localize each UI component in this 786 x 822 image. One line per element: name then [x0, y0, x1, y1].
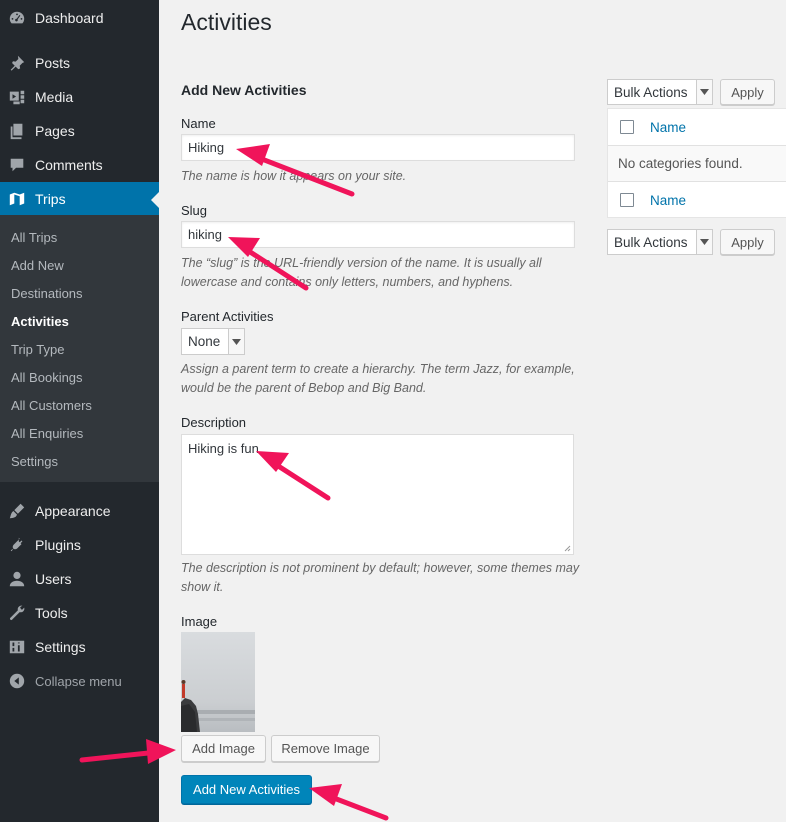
- menu-users[interactable]: Users: [0, 562, 159, 596]
- menu-label: Tools: [35, 605, 68, 621]
- menu-trips[interactable]: Trips: [0, 182, 159, 216]
- image-label: Image: [181, 614, 218, 629]
- menu-label: Media: [35, 89, 74, 105]
- submenu-trip-type[interactable]: Trip Type: [11, 342, 64, 357]
- collapse-menu[interactable]: Collapse menu: [0, 664, 159, 698]
- column-name-sort-link[interactable]: Name: [650, 120, 686, 135]
- bulk-actions-select-bottom[interactable]: Bulk Actions: [607, 229, 713, 255]
- pages-icon: [8, 122, 26, 140]
- name-input[interactable]: Hiking: [181, 134, 575, 161]
- wrench-icon: [8, 604, 26, 622]
- menu-appearance[interactable]: Appearance: [0, 494, 159, 528]
- bulk-actions-select-top[interactable]: Bulk Actions: [607, 79, 713, 105]
- select-all-checkbox[interactable]: [620, 120, 634, 134]
- admin-sidebar: Dashboard Posts Media Pages Comments Tri…: [0, 0, 159, 822]
- description-text: Hiking is fun..: [188, 441, 267, 456]
- table-footer-row: Name: [608, 182, 786, 218]
- menu-settings[interactable]: Settings: [0, 630, 159, 664]
- menu-label: Pages: [35, 123, 75, 139]
- submenu-settings[interactable]: Settings: [11, 454, 58, 469]
- sliders-icon: [8, 638, 26, 656]
- plug-icon: [8, 536, 26, 554]
- submenu-all-enquiries[interactable]: All Enquiries: [11, 426, 83, 441]
- parent-select-value: None: [188, 334, 221, 349]
- menu-label: Users: [35, 571, 72, 587]
- apply-button-bottom[interactable]: Apply: [720, 229, 775, 255]
- description-label: Description: [181, 415, 247, 430]
- remove-image-button[interactable]: Remove Image: [271, 735, 380, 762]
- name-label: Name: [181, 116, 216, 131]
- description-textarea[interactable]: Hiking is fun..: [181, 434, 574, 555]
- arrow-to-submit: [309, 784, 389, 821]
- trips-submenu: All Trips Add New Destinations Activitie…: [0, 215, 159, 482]
- parent-select[interactable]: None: [181, 328, 245, 355]
- menu-dashboard[interactable]: Dashboard: [0, 1, 159, 35]
- table-row: No categories found.: [608, 146, 786, 182]
- add-new-activities-button[interactable]: Add New Activities: [181, 775, 312, 804]
- menu-label: Plugins: [35, 537, 81, 553]
- page-title: Activities: [181, 9, 272, 35]
- media-icon: [8, 88, 26, 106]
- chevron-down-icon: [696, 230, 712, 254]
- pin-icon: [8, 54, 26, 72]
- collapse-icon: [8, 672, 26, 690]
- menu-pages[interactable]: Pages: [0, 114, 159, 148]
- user-icon: [8, 570, 26, 588]
- apply-button-top[interactable]: Apply: [720, 79, 775, 105]
- menu-label: Comments: [35, 157, 103, 173]
- categories-table: Name No categories found. Name: [607, 108, 786, 218]
- submenu-add-new[interactable]: Add New: [11, 258, 64, 273]
- description-help: The description is not prominent by defa…: [181, 561, 580, 594]
- dashboard-icon: [8, 9, 26, 27]
- brush-icon: [8, 502, 26, 520]
- slug-label: Slug: [181, 203, 208, 218]
- submenu-destinations[interactable]: Destinations: [11, 286, 83, 301]
- menu-label: Settings: [35, 639, 86, 655]
- table-header-row: Name: [608, 109, 786, 146]
- image-preview: [181, 632, 255, 732]
- comment-icon: [8, 156, 26, 174]
- resize-grip-icon[interactable]: [563, 544, 571, 552]
- menu-label: Trips: [35, 191, 66, 207]
- submenu-all-customers[interactable]: All Customers: [11, 398, 92, 413]
- menu-label: Dashboard: [35, 10, 104, 26]
- slug-input[interactable]: hiking: [181, 221, 575, 248]
- bulk-actions-value: Bulk Actions: [614, 234, 688, 250]
- menu-comments[interactable]: Comments: [0, 148, 159, 182]
- menu-plugins[interactable]: Plugins: [0, 528, 159, 562]
- parent-label: Parent Activities: [181, 309, 274, 324]
- menu-media[interactable]: Media: [0, 80, 159, 114]
- collapse-label: Collapse menu: [35, 673, 122, 689]
- submenu-all-bookings[interactable]: All Bookings: [11, 370, 83, 385]
- menu-posts[interactable]: Posts: [0, 46, 159, 80]
- chevron-down-icon: [228, 329, 244, 354]
- menu-label: Appearance: [35, 503, 111, 519]
- submenu-activities[interactable]: Activities: [11, 314, 69, 329]
- slug-help: The “slug” is the URL-friendly version o…: [181, 256, 542, 289]
- select-all-checkbox-footer[interactable]: [620, 193, 634, 207]
- menu-tools[interactable]: Tools: [0, 596, 159, 630]
- no-items-message: No categories found.: [618, 156, 743, 171]
- chevron-down-icon: [696, 80, 712, 104]
- map-icon: [8, 190, 26, 208]
- menu-label: Posts: [35, 55, 71, 71]
- parent-help: Assign a parent term to create a hierarc…: [181, 362, 575, 395]
- bulk-actions-value: Bulk Actions: [614, 84, 688, 100]
- name-help: The name is how it appears on your site.: [181, 169, 407, 183]
- add-image-button[interactable]: Add Image: [181, 735, 266, 762]
- form-title: Add New Activities: [181, 82, 307, 98]
- column-name-sort-link-footer[interactable]: Name: [650, 193, 686, 208]
- submenu-all-trips[interactable]: All Trips: [11, 230, 57, 245]
